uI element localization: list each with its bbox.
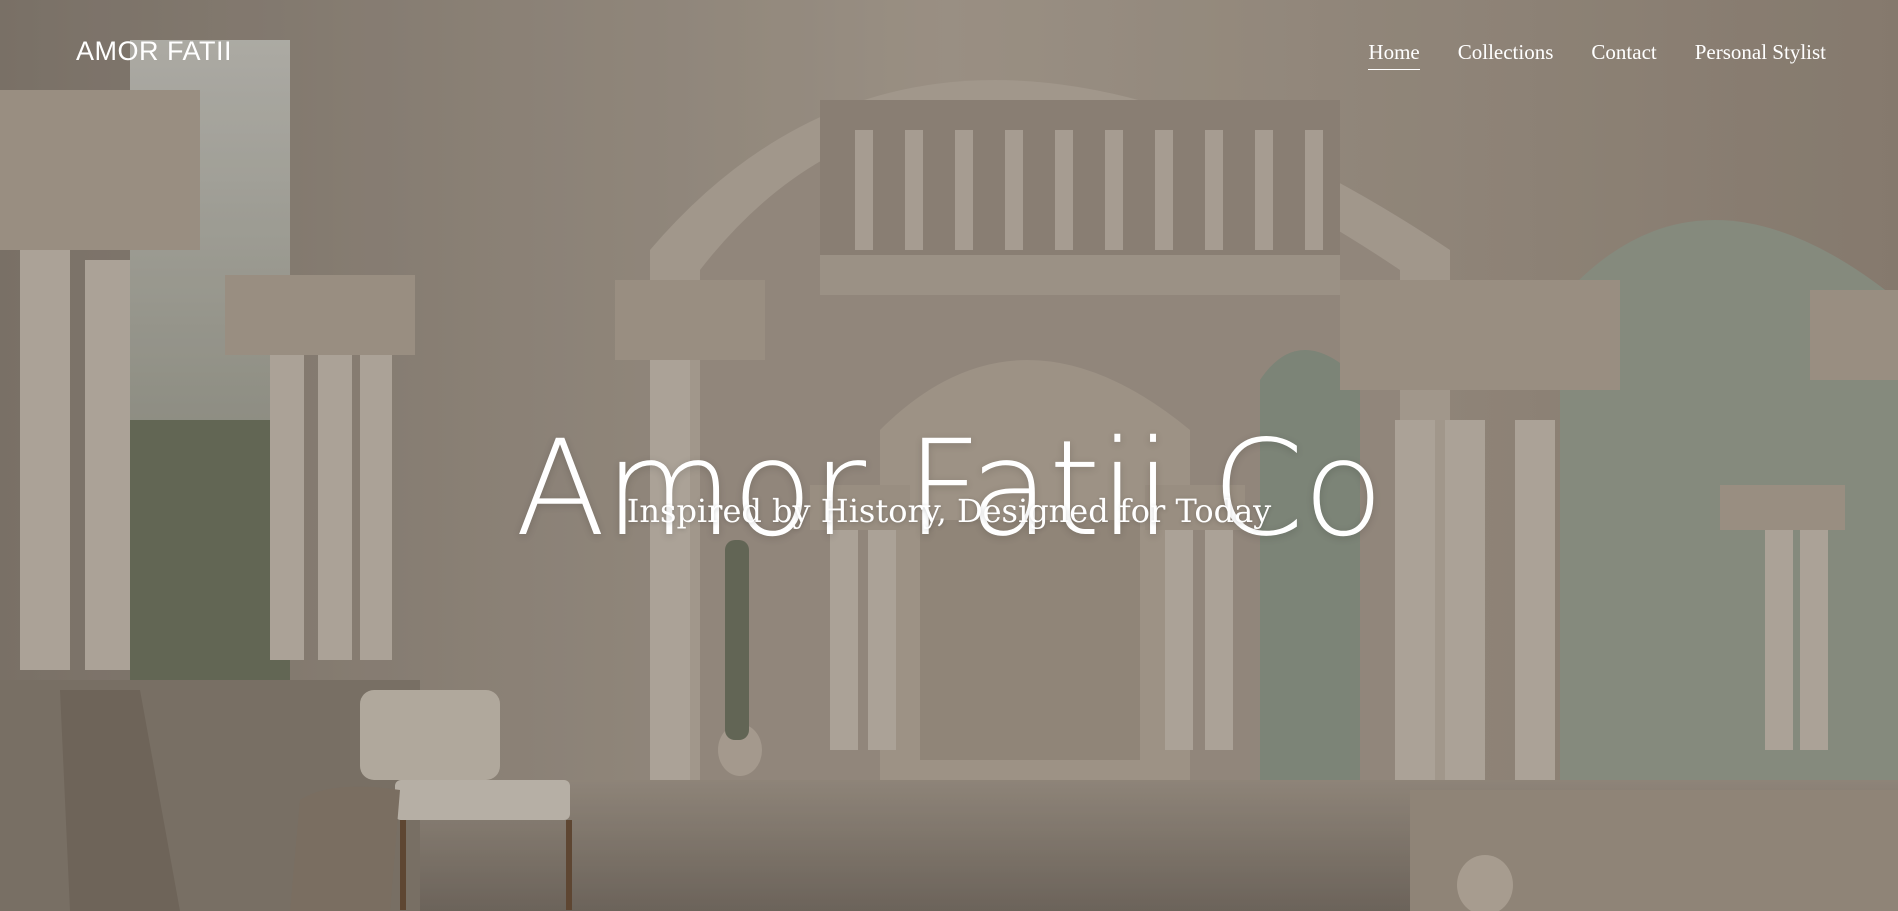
top-navigation: AMOR FATII Home Collections Contact Pers… (0, 0, 1898, 106)
hero-title: Amor Fatii Co (515, 412, 1384, 567)
nav-link-personal-stylist[interactable]: Personal Stylist (1695, 40, 1826, 70)
nav-link-home[interactable]: Home (1368, 40, 1420, 70)
hero-subtitle: Inspired by History, Designed for Today (626, 492, 1272, 530)
nav-link-collections[interactable]: Collections (1458, 40, 1554, 70)
nav-link-contact[interactable]: Contact (1591, 40, 1656, 70)
main-menu: Home Collections Contact Personal Stylis… (1368, 40, 1826, 70)
brand-logo[interactable]: AMOR FATII (76, 36, 232, 67)
